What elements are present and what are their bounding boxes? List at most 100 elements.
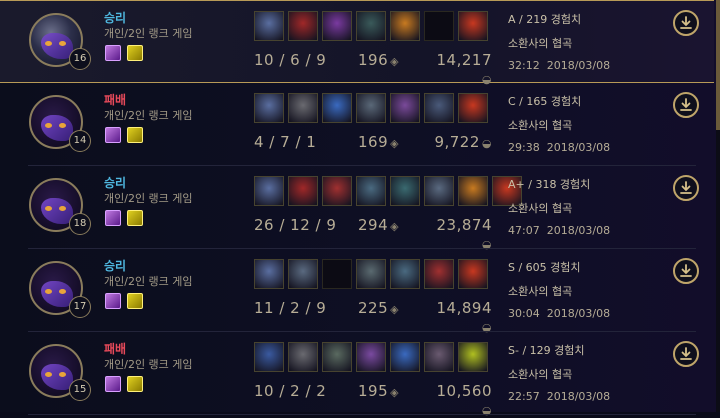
- download-replay-button[interactable]: [673, 10, 699, 36]
- download-replay-button[interactable]: [673, 258, 699, 284]
- game-mode: 개인/2인 랭크 게임: [104, 275, 193, 288]
- match-date: 2018/03/08: [546, 224, 611, 237]
- item-icon: [458, 93, 488, 123]
- download-replay-button[interactable]: [673, 341, 699, 367]
- map-name: 소환사의 협곡: [508, 119, 573, 132]
- item-icon: [424, 93, 454, 123]
- map-name: 소환사의 협곡: [508, 37, 573, 50]
- minion-icon: ◈: [390, 137, 400, 150]
- scroll-thumb[interactable]: [716, 0, 720, 130]
- gold-earned: 14,894◒: [426, 299, 492, 335]
- item-icon: [254, 93, 284, 123]
- cs-value: 196: [358, 51, 389, 69]
- champion-portrait-shape: [41, 198, 73, 224]
- match-row[interactable]: 18 승리 개인/2인 랭크 게임 26 / 12 / 9 294 ◈ 23,874◒ A+ …: [0, 166, 714, 252]
- map-name: 소환사의 협곡: [508, 202, 573, 215]
- match-result: 패배: [104, 342, 127, 356]
- summoner-spell-ghost-icon: [127, 376, 143, 392]
- gold-value: 10,560: [436, 382, 492, 400]
- cs-value: 195: [358, 382, 389, 400]
- item-icon: [390, 176, 420, 206]
- summoner-spell-ghost-icon: [127, 127, 143, 143]
- minion-icon: ◈: [390, 386, 400, 399]
- gold-value: 14,217: [436, 51, 492, 69]
- creep-score: 196 ◈: [358, 51, 399, 69]
- gold-coin-icon: ◒: [481, 404, 492, 417]
- gold-earned: 10,560 ◒: [426, 382, 492, 418]
- champion-eye: [59, 123, 66, 128]
- match-history-list: 16 승리 개인/2인 랭크 게임 10 / 6 / 9 196 ◈ 14,217◒ A / …: [0, 0, 720, 418]
- match-time: 32:12 2018/03/08: [508, 59, 610, 72]
- champion-portrait-shape: [41, 281, 73, 307]
- item-icon: [424, 342, 454, 372]
- match-row[interactable]: 17 승리 개인/2인 랭크 게임 11 / 2 / 9 225 ◈ 14,894◒ S / …: [0, 249, 714, 335]
- match-date: 2018/03/08: [546, 141, 611, 154]
- summoner-spell-ghost-icon: [127, 45, 143, 61]
- summoner-spell-flash-icon: [105, 127, 121, 143]
- item-icon: [390, 11, 420, 41]
- champion-portrait-shape: [41, 33, 73, 59]
- scrollbar[interactable]: [716, 0, 720, 412]
- item-icon: [288, 176, 318, 206]
- champion-eye: [59, 206, 66, 211]
- cs-value: 225: [358, 299, 389, 317]
- item-icon: [322, 11, 352, 41]
- match-row[interactable]: 14 패배 개인/2인 랭크 게임 4 / 7 / 1 169 ◈ 9,722 ◒ C / 16…: [0, 83, 714, 166]
- item-icon: [322, 259, 352, 289]
- champion-level: 17: [69, 296, 91, 318]
- champion-eye: [45, 41, 52, 46]
- item-icon: [254, 11, 284, 41]
- creep-score: 169 ◈: [358, 133, 399, 151]
- download-replay-button[interactable]: [673, 92, 699, 118]
- item-icon: [424, 259, 454, 289]
- champion-eye: [59, 372, 66, 377]
- match-duration: 47:07: [508, 224, 540, 237]
- item-icon: [458, 342, 488, 372]
- kda: 10 / 2 / 2: [254, 382, 327, 400]
- item-icon: [390, 93, 420, 123]
- gold-value: 9,722: [434, 133, 480, 151]
- match-row[interactable]: 15 패배 개인/2인 랭크 게임 10 / 2 / 2 195 ◈ 10,560 ◒ S- /…: [0, 332, 714, 418]
- creep-score: 195 ◈: [358, 382, 399, 400]
- download-icon: [680, 181, 692, 194]
- match-grade: A / 219 경험치: [508, 13, 582, 26]
- item-icon: [424, 11, 454, 41]
- download-icon: [680, 264, 692, 277]
- champion-portrait-shape: [41, 115, 73, 141]
- item-icon: [322, 93, 352, 123]
- summoner-spell-flash-icon: [105, 376, 121, 392]
- item-icon: [254, 342, 284, 372]
- match-duration: 30:04: [508, 307, 540, 320]
- download-icon: [680, 98, 692, 111]
- gold-value: 23,874: [436, 216, 492, 234]
- item-icon: [356, 11, 386, 41]
- minion-icon: ◈: [390, 303, 400, 316]
- kda: 10 / 6 / 9: [254, 51, 327, 69]
- champion-eye: [59, 289, 66, 294]
- download-replay-button[interactable]: [673, 175, 699, 201]
- item-icon: [390, 342, 420, 372]
- match-date: 2018/03/08: [546, 390, 611, 403]
- minion-icon: ◈: [390, 55, 400, 68]
- summoner-spell-flash-icon: [105, 45, 121, 61]
- summoner-spell-flash-icon: [105, 210, 121, 226]
- match-result: 승리: [104, 259, 127, 273]
- download-icon: [680, 16, 692, 29]
- match-row[interactable]: 16 승리 개인/2인 랭크 게임 10 / 6 / 9 196 ◈ 14,217◒ A / …: [0, 0, 714, 86]
- gold-coin-icon: ◒: [481, 137, 492, 150]
- item-icon: [356, 176, 386, 206]
- champion-eye: [45, 289, 52, 294]
- champion-eye: [45, 206, 52, 211]
- match-grade: S- / 129 경험치: [508, 344, 585, 357]
- gold-earned: 23,874◒: [426, 216, 492, 252]
- match-result: 승리: [104, 176, 127, 190]
- cs-value: 169: [358, 133, 389, 151]
- match-grade: S / 605 경험치: [508, 261, 581, 274]
- gold-value: 14,894: [436, 299, 492, 317]
- game-mode: 개인/2인 랭크 게임: [104, 358, 193, 371]
- game-mode: 개인/2인 랭크 게임: [104, 109, 193, 122]
- match-duration: 22:57: [508, 390, 540, 403]
- game-mode: 개인/2인 랭크 게임: [104, 27, 193, 40]
- item-icon: [390, 259, 420, 289]
- match-result: 패배: [104, 93, 127, 107]
